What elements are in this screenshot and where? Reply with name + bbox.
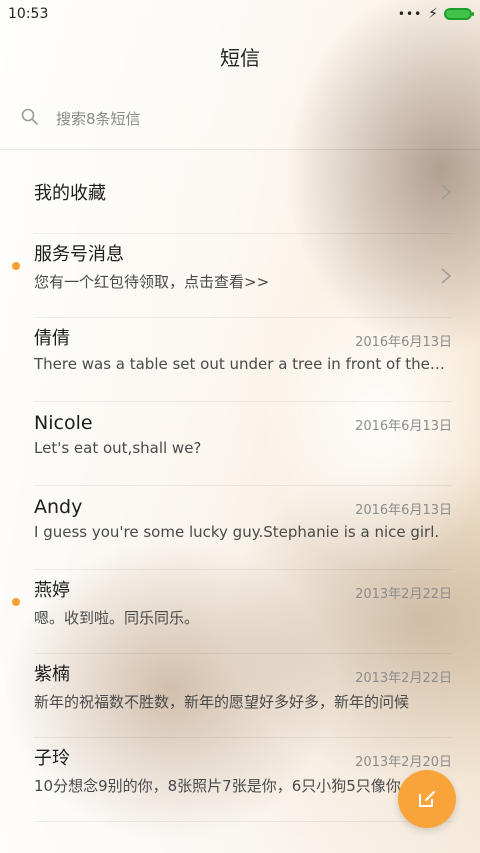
- list-item-title: Nicole: [34, 412, 93, 434]
- list-item-date: 2013年2月22日: [355, 587, 452, 602]
- unread-dot-icon: [12, 262, 20, 270]
- list-item-title: 燕婷: [34, 580, 70, 601]
- search-icon: [20, 107, 40, 131]
- list-item-preview: 10分想念9别的你，8张照片7张是你，6只小狗5只像你: [34, 777, 401, 795]
- list-item-preview: 嗯。收到啦。同乐同乐。: [34, 609, 200, 627]
- chevron-right-icon: [441, 183, 452, 200]
- list-item-conversation[interactable]: Andy 2016年6月13日 I guess you're some luck…: [34, 486, 452, 570]
- list-item-service-messages[interactable]: 服务号消息 您有一个红包待领取，点击查看>>: [12, 234, 452, 318]
- list-item-conversation[interactable]: 倩倩 2016年6月13日 There was a table set out …: [34, 318, 452, 402]
- signal-dots-icon: •••: [397, 7, 423, 21]
- list-item-date: 2013年2月20日: [355, 755, 452, 770]
- list-item-date: 2016年6月13日: [355, 335, 452, 350]
- list-item-preview: I guess you're some lucky guy.Stephanie …: [34, 523, 440, 541]
- status-icons: ••• ⚡: [397, 6, 474, 22]
- page-title: 短信: [220, 45, 260, 70]
- list-item-preview: 新年的祝福数不胜数，新年的愿望好多好多，新年的问候: [34, 693, 410, 711]
- charging-icon: ⚡: [428, 6, 438, 22]
- list-item-conversation[interactable]: 子玲 2013年2月20日 10分想念9别的你，8张照片7张是你，6只小狗5只像…: [34, 738, 452, 822]
- list-item-title: 我的收藏: [34, 182, 106, 204]
- compose-icon: [419, 791, 435, 807]
- unread-dot-icon: [12, 598, 20, 606]
- list-item-date: 2016年6月13日: [355, 503, 452, 518]
- list-item-date: 2013年2月22日: [355, 671, 452, 686]
- status-time: 10:53: [8, 6, 49, 22]
- list-item-favorites[interactable]: 我的收藏: [34, 150, 452, 234]
- chevron-right-icon: [441, 267, 452, 284]
- list-item-conversation[interactable]: 紫楠 2013年2月22日 新年的祝福数不胜数，新年的愿望好多好多，新年的问候: [34, 654, 452, 738]
- list-item-preview: Let's eat out,shall we?: [34, 439, 202, 457]
- header: 短信: [0, 28, 480, 84]
- list-item-preview: 您有一个红包待领取，点击查看>>: [34, 273, 270, 291]
- list-item-title: 子玲: [34, 748, 70, 769]
- search-input[interactable]: [54, 108, 418, 129]
- list-item-title: 倩倩: [34, 328, 70, 349]
- status-bar: 10:53 ••• ⚡: [0, 0, 480, 28]
- message-list: 我的收藏 服务号消息 您有一个红包待领取，点击查看>> 倩倩 2016年6月13…: [0, 150, 480, 822]
- list-item-date: 2016年6月13日: [355, 419, 452, 434]
- compose-button[interactable]: [398, 770, 456, 828]
- search-bar[interactable]: [0, 88, 480, 150]
- battery-icon: [444, 8, 474, 20]
- list-item-conversation[interactable]: 燕婷 2013年2月22日 嗯。收到啦。同乐同乐。: [12, 570, 452, 654]
- list-item-title: 紫楠: [34, 664, 70, 685]
- list-item-preview: There was a table set out under a tree i…: [34, 355, 448, 373]
- list-item-title: 服务号消息: [34, 244, 124, 265]
- list-item-conversation[interactable]: Nicole 2016年6月13日 Let's eat out,shall we…: [34, 402, 452, 486]
- list-item-title: Andy: [34, 496, 83, 518]
